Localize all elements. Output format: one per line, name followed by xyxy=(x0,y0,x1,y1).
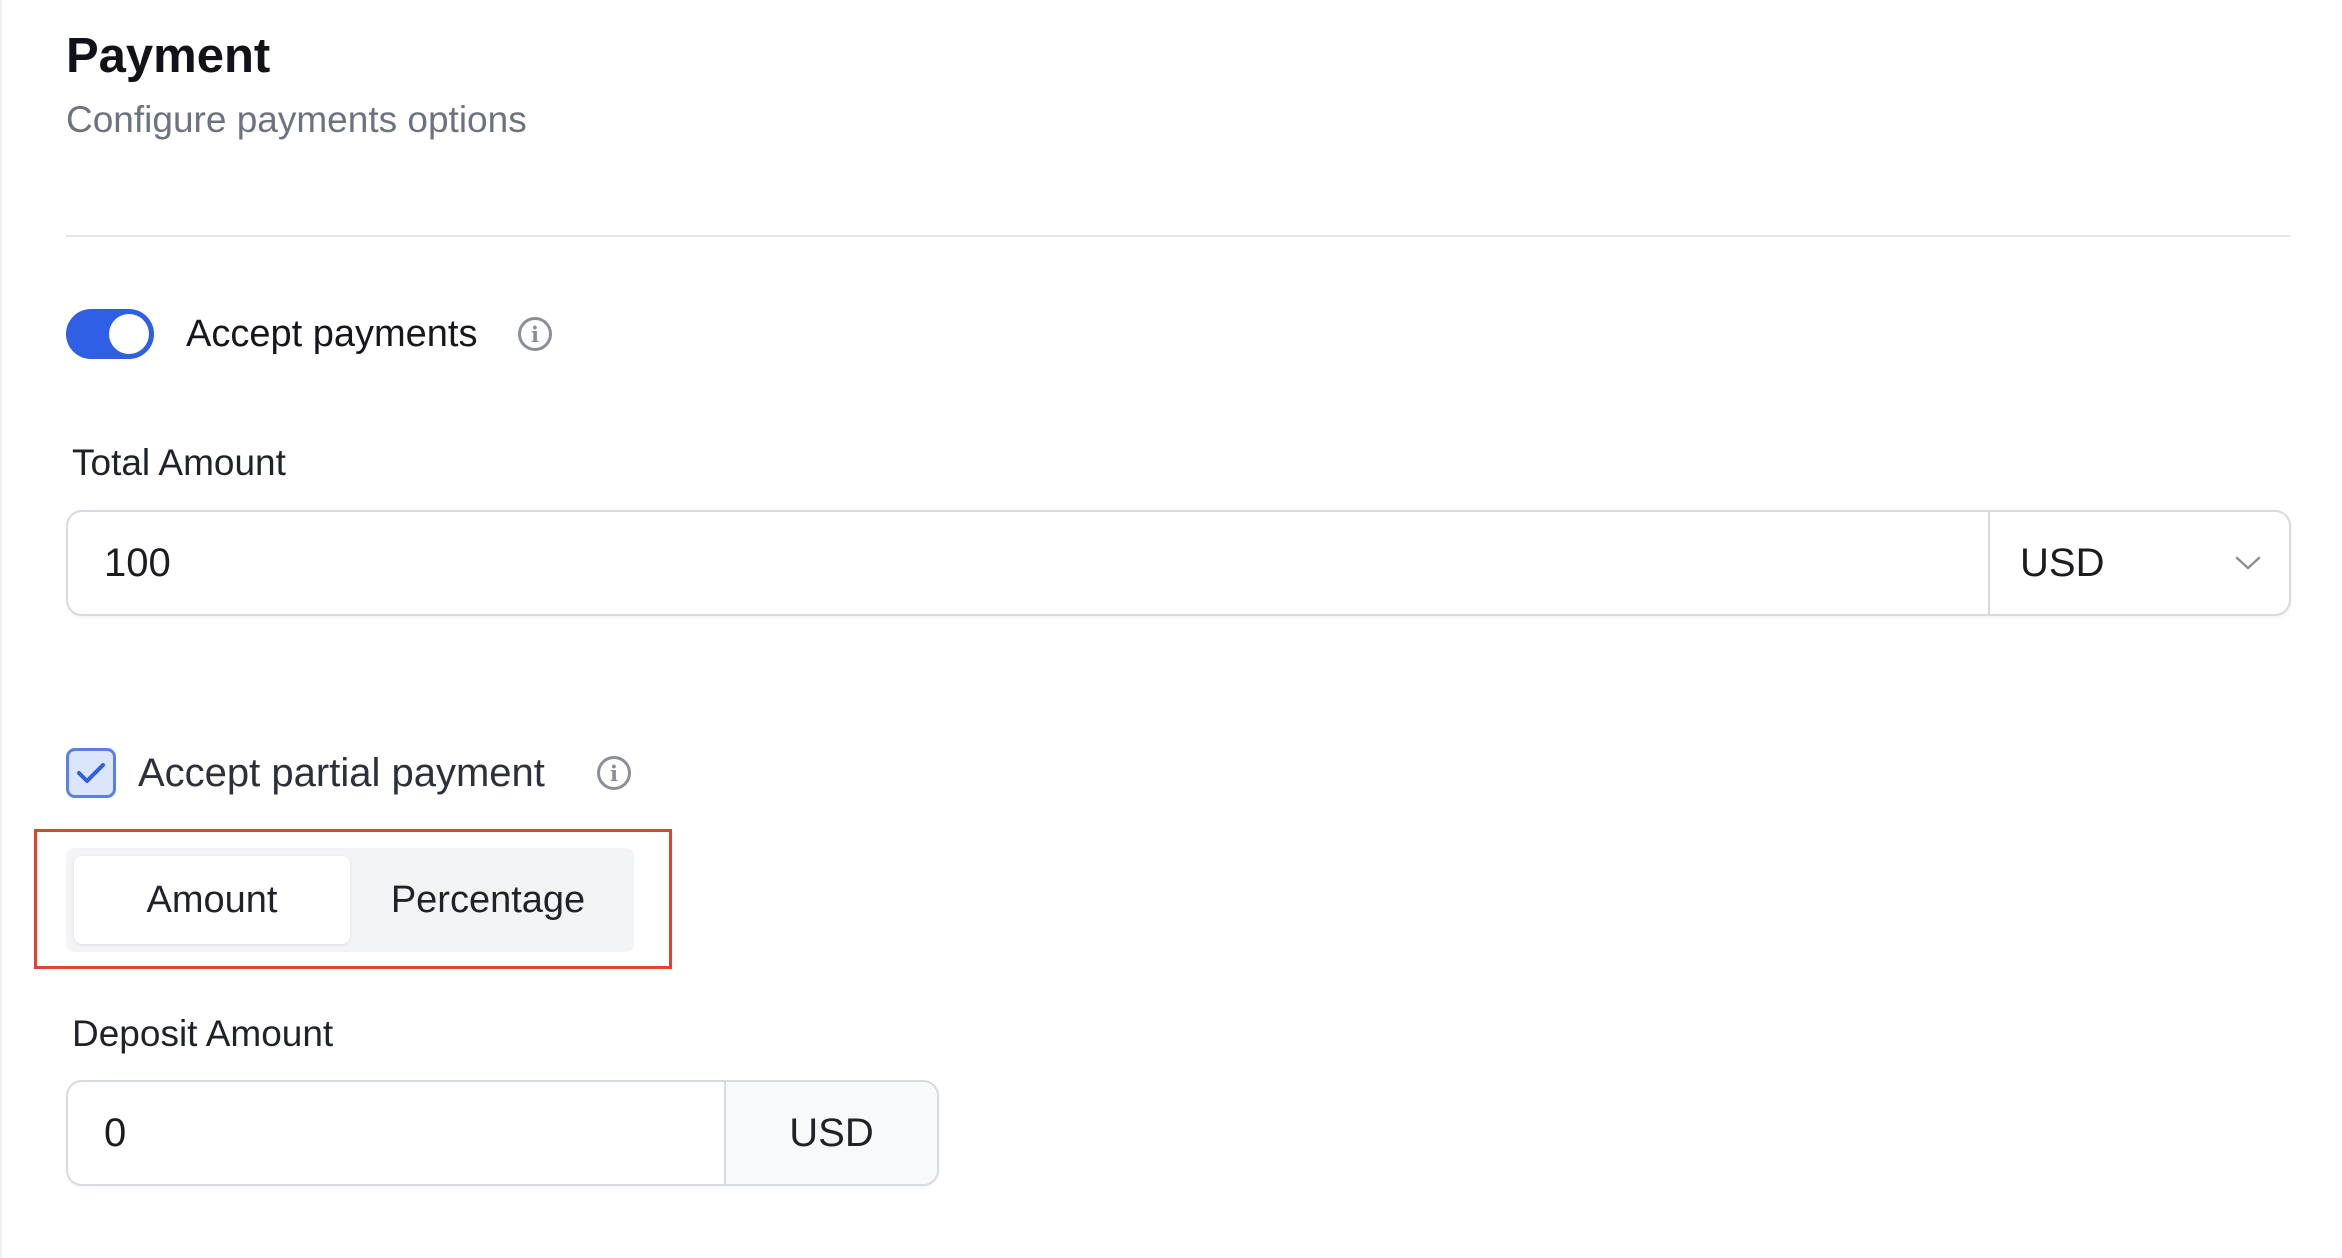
deposit-amount-input[interactable]: 0 xyxy=(68,1082,724,1184)
currency-select[interactable]: USD xyxy=(1988,512,2289,614)
mode-option-amount[interactable]: Amount xyxy=(74,856,350,944)
page-subtitle: Configure payments options xyxy=(66,99,527,140)
total-amount-input[interactable]: 100 xyxy=(68,512,1988,614)
accept-partial-payment-checkbox[interactable] xyxy=(66,748,116,798)
total-amount-field-group: 100 USD xyxy=(66,510,2291,616)
payment-settings-page: Payment Configure payments options Accep… xyxy=(0,0,2342,1258)
currency-select-value: USD xyxy=(2020,540,2105,585)
partial-payment-mode-toggle: Amount Percentage xyxy=(66,848,634,952)
info-glyph: i xyxy=(531,322,539,347)
total-amount-label: Total Amount xyxy=(72,442,286,483)
chevron-down-icon xyxy=(2233,548,2263,578)
toggle-knob xyxy=(109,314,149,354)
page-title: Payment xyxy=(66,29,271,83)
accept-payments-toggle[interactable] xyxy=(66,309,154,359)
deposit-amount-field-group: 0 USD xyxy=(66,1080,939,1186)
deposit-amount-label: Deposit Amount xyxy=(72,1013,334,1054)
section-divider xyxy=(66,235,2291,237)
info-icon[interactable]: i xyxy=(597,756,631,790)
deposit-currency-addon: USD xyxy=(724,1082,937,1184)
mode-option-percentage[interactable]: Percentage xyxy=(350,856,626,944)
info-icon[interactable]: i xyxy=(518,317,552,351)
checkmark-icon xyxy=(77,763,105,783)
left-panel-border xyxy=(0,0,2,1258)
accept-partial-payment-label: Accept partial payment xyxy=(138,751,545,795)
accept-payments-label: Accept payments xyxy=(186,313,478,355)
info-glyph: i xyxy=(610,761,618,786)
